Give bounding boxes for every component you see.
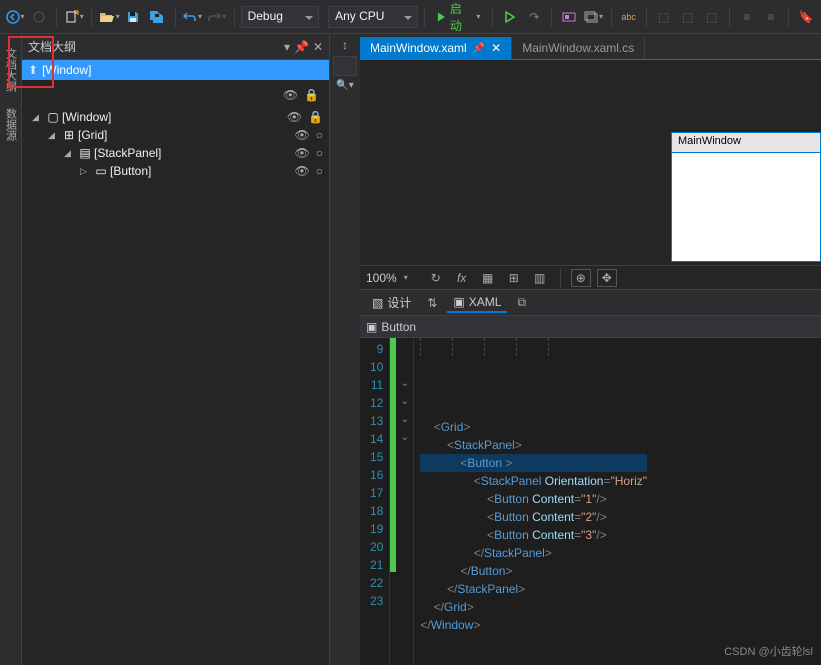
run-button[interactable]: 启动▾ [431,5,486,29]
config-selector[interactable]: Debug [241,6,319,28]
tb-icon-8[interactable]: ≡ [760,5,782,29]
designer-footer: 100% ▾ ↻ fx ▦ ⊞ ▥ ⊕ ✥ [360,265,821,289]
pin-icon[interactable]: 📌 [473,43,485,54]
step-button[interactable]: ↷ [523,5,545,29]
df-ruler-icon[interactable]: ▥ [530,269,550,287]
breadcrumb-icon: ▣ [366,320,377,334]
fold-column[interactable]: ⌄⌄⌄⌄ [396,338,414,665]
code-content[interactable]: <Grid> <StackPanel> <Button > <StackPane… [414,338,647,665]
df-fx-icon[interactable]: fx [452,269,472,287]
outline-tree: ◢▢[Window]👁🔒◢⊞[Grid]👁○◢▤[StackPanel]👁○▷▭… [22,104,329,184]
panel-title: 文档大纲 [28,38,284,55]
tb-icon-4[interactable]: ⬚ [653,5,675,29]
df-snap-icon[interactable]: ⊞ [504,269,524,287]
design-icon: ▧ [372,296,383,310]
save-button[interactable] [122,5,144,29]
designer-surface[interactable]: MainWindow 100% ▾ ↻ fx ▦ ⊞ ▥ ⊕ ✥ [360,60,821,290]
popout-icon[interactable]: ⧉ [517,295,526,310]
main-toolbar: ▾ ▾ ▾ ▾ ▾ Debug Any CPU 启动▾ ↷ ▾ abc ⬚ ⬚ … [0,0,821,34]
bookmark-icon[interactable]: 🔖 [795,5,817,29]
pin-icon[interactable]: 📌 [294,40,309,54]
tab-cs[interactable]: MainWindow.xaml.cs [512,37,645,59]
mini-toolbar: ↕ 🔍▾ [330,34,360,665]
tab-xaml[interactable]: MainWindow.xaml 📌 ✕ [360,37,512,59]
tb-icon-1[interactable] [558,5,580,29]
df-select-icon[interactable]: ⊕ [571,269,591,287]
run-no-debug-button[interactable] [499,5,521,29]
close-icon[interactable]: ✕ [313,40,323,54]
swap-icon[interactable]: ⇅ [427,296,437,310]
design-code-split-bar: ▧ 设计 ⇅ ▣ XAML ⧉ [360,290,821,316]
xaml-icon: ▣ [453,295,464,309]
lock-icon: 🔒 [304,88,319,102]
tb-icon-2[interactable]: ▾ [583,5,605,29]
mini-search-icon[interactable]: 🔍▾ [336,80,353,91]
tree-node[interactable]: ◢▤[StackPanel]👁○ [22,144,329,162]
df-pan-icon[interactable]: ✥ [597,269,617,287]
close-icon[interactable]: ✕ [491,41,501,55]
xaml-tab[interactable]: ▣ XAML [447,293,507,313]
new-item-button[interactable]: ▾ [63,5,85,29]
redo-button[interactable]: ▾ [206,5,228,29]
outline-selected[interactable]: ⬆ [Window] [22,60,329,80]
nav-forward-button[interactable] [28,5,50,29]
side-tab-well: 文档大纲 数据源 [0,34,22,665]
document-tabs: MainWindow.xaml 📌 ✕ MainWindow.xaml.cs [360,34,821,60]
design-window-body[interactable] [671,152,821,262]
design-window-titlebar: MainWindow [671,132,821,152]
tree-node[interactable]: ◢⊞[Grid]👁○ [22,126,329,144]
mini-up-icon[interactable]: ↕ [342,38,348,52]
tb-icon-5[interactable]: ⬚ [677,5,699,29]
tb-icon-3[interactable]: abc [618,5,640,29]
editor-area: MainWindow.xaml 📌 ✕ MainWindow.xaml.cs M… [360,34,821,665]
open-button[interactable]: ▾ [98,5,120,29]
zoom-label[interactable]: 100% [366,271,397,285]
watermark: CSDN @小齿轮lsl [724,643,813,659]
design-tab[interactable]: ▧ 设计 [366,292,417,313]
code-breadcrumb[interactable]: ▣ Button [360,316,821,338]
nav-back-button[interactable]: ▾ [4,5,26,29]
line-numbers: 91011121314151617181920212223 [360,338,390,665]
df-grid-icon[interactable]: ▦ [478,269,498,287]
up-arrow-icon: ⬆ [28,63,38,77]
tb-icon-7[interactable]: ≡ [736,5,758,29]
eye-icon: 👁 [283,88,298,102]
tb-icon-6[interactable]: ⬚ [701,5,723,29]
panel-dropdown-icon[interactable]: ▾ [284,40,290,54]
df-refresh-icon[interactable]: ↻ [426,269,446,287]
platform-selector[interactable]: Any CPU [328,6,418,28]
code-editor[interactable]: 91011121314151617181920212223 ⌄⌄⌄⌄ <Grid… [360,338,821,665]
side-tab-outline[interactable]: 文档大纲 [1,40,21,100]
mini-search[interactable] [333,56,357,76]
tree-node[interactable]: ◢▢[Window]👁🔒 [22,108,329,126]
tree-node[interactable]: ▷▭[Button]👁○ [22,162,329,180]
save-all-button[interactable] [146,5,168,29]
undo-button[interactable]: ▾ [181,5,203,29]
side-tab-datasource[interactable]: 数据源 [1,100,21,149]
document-outline-panel: 文档大纲 ▾ 📌 ✕ ⬆ [Window] 👁 🔒 ◢▢[Window]👁🔒◢⊞[… [22,34,330,665]
run-label: 启动 [450,0,471,34]
